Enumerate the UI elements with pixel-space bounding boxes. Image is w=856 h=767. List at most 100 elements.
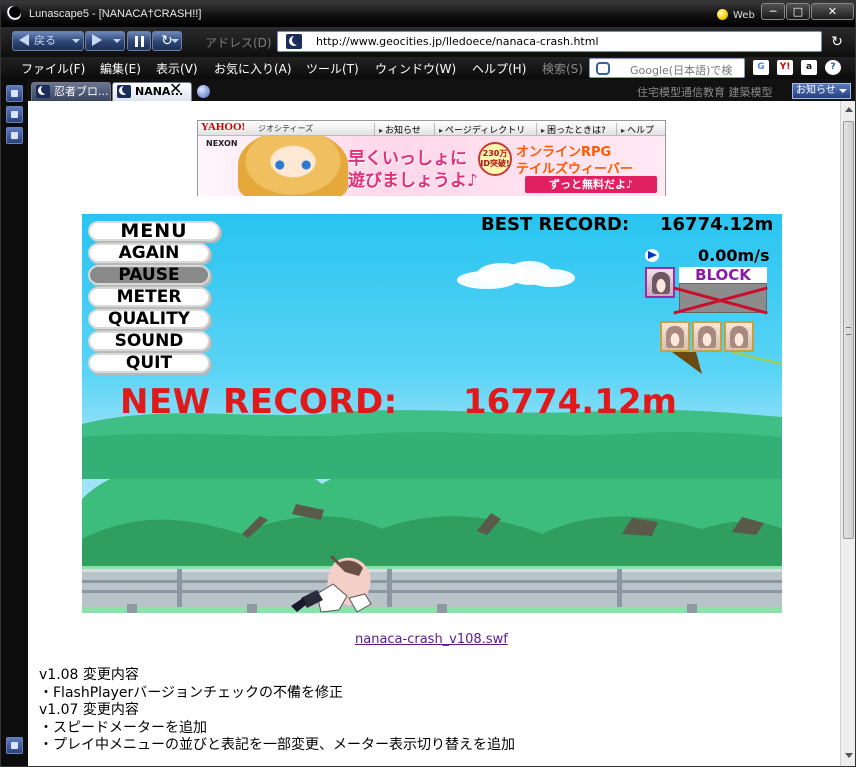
minimize-button[interactable]: ─ <box>761 3 785 20</box>
stop-button[interactable] <box>127 31 151 51</box>
banner-link-news[interactable]: お知らせ <box>374 123 421 136</box>
ad-game-line2: テイルズウィーバー <box>516 162 633 177</box>
character-portrait <box>692 321 722 352</box>
menu-window[interactable]: ウィンドウ(W) <box>375 60 456 77</box>
changelog-line: v1.08 変更内容 <box>39 667 139 683</box>
amazon-icon[interactable]: a <box>801 60 817 75</box>
banner-link-directory[interactable]: ページディレクトリ <box>434 123 525 136</box>
title-bar: Lunascape5 - [NANACA†CRASH!!] Web ─ □ ✕ <box>1 1 855 27</box>
block-character-portrait <box>645 267 675 298</box>
tab-ninja-blog[interactable]: 忍者ブロ... <box>31 82 111 101</box>
yahoo-logo[interactable]: YAHOO! <box>201 121 245 133</box>
back-button[interactable]: 戻る <box>12 31 84 51</box>
game-menu-quality-button[interactable]: QUALITY <box>88 309 210 329</box>
back-history-dropdown-icon[interactable] <box>72 39 80 43</box>
history-panel-icon[interactable] <box>6 106 23 123</box>
back-arrow-icon <box>19 34 29 46</box>
search-input[interactable]: Google(日本語)で検 <box>589 58 745 78</box>
back-label: 戻る <box>34 34 56 47</box>
menu-view[interactable]: 表示(V) <box>156 60 198 77</box>
menu-file[interactable]: ファイル(F) <box>21 60 85 77</box>
cloud <box>457 261 575 289</box>
navigation-toolbar: 戻る ↻ アドレス(D) http://www.geocities.jp/lle… <box>1 27 855 57</box>
sidebar-toggle-icon[interactable] <box>6 737 23 754</box>
address-url[interactable]: http://www.geocities.jp/lledoece/nanaca-… <box>316 35 599 48</box>
close-tab-icon[interactable]: ✕ <box>169 79 182 98</box>
chevron-down-icon <box>839 89 847 93</box>
game-menu-meter-button[interactable]: METER <box>88 287 210 307</box>
maximize-button[interactable]: □ <box>786 3 810 20</box>
browser-window: Lunascape5 - [NANACA†CRASH!!] Web ─ □ ✕ … <box>0 0 856 767</box>
menu-help[interactable]: ヘルプ(H) <box>472 60 526 77</box>
block-panel: BLOCK <box>645 267 769 315</box>
reload-dropdown-icon[interactable] <box>171 39 179 43</box>
flash-game[interactable]: MENU AGAIN PAUSE METER QUALITY SOUND QUI… <box>82 214 782 613</box>
ad-copy-line2: 遊びましょうよ♪ <box>348 171 478 191</box>
changelog-line: ・FlashPlayerバージョンチェックの不備を修正 <box>39 684 343 701</box>
new-record-value: 16774.12m <box>463 382 677 422</box>
nexon-logo: NEXON <box>206 139 238 148</box>
vertical-scrollbar[interactable] <box>840 101 855 766</box>
ad-badge: 230万ID突破! <box>478 142 512 176</box>
google-icon[interactable]: G <box>753 60 769 75</box>
favorites-panel-icon[interactable] <box>6 85 23 102</box>
forward-history-dropdown-icon[interactable] <box>113 39 121 43</box>
tab-favicon-icon <box>36 85 50 98</box>
lunascape-logo-icon <box>6 6 21 21</box>
reload-button[interactable]: ↻ <box>152 31 182 51</box>
banner-link-trouble[interactable]: 困ったときは? <box>536 123 606 136</box>
game-menu-again-button[interactable]: AGAIN <box>88 243 210 263</box>
new-tab-icon[interactable] <box>197 85 210 98</box>
close-window-button[interactable]: ✕ <box>811 3 854 20</box>
scroll-thumb[interactable] <box>843 121 854 539</box>
speed-value: 0.00m/s <box>698 246 770 265</box>
forward-arrow-icon <box>92 34 102 46</box>
search-label: 検索(S) <box>542 62 583 76</box>
character-portrait <box>724 321 754 352</box>
tab-bar: 忍者ブロ... NANA... ✕ 住宅模型通信教育 建築模型 お知らせ <box>27 79 855 101</box>
tab-favicon-icon <box>117 85 131 98</box>
forward-button[interactable] <box>85 31 125 51</box>
scroll-down-icon[interactable] <box>845 753 853 758</box>
web-status-label: Web <box>733 10 755 21</box>
changelog: v1.08 変更内容 ・FlashPlayerバージョンチェックの不備を修正 v… <box>39 667 515 755</box>
block-label: BLOCK <box>679 267 767 283</box>
banner-header: YAHOO! ジオシティーズ お知らせ ページディレクトリ 困ったときは? ヘル… <box>198 121 665 136</box>
menu-favorites[interactable]: お気に入り(A) <box>214 60 292 77</box>
character-portrait <box>660 321 690 352</box>
new-record-label: NEW RECORD: <box>120 382 398 422</box>
web-status-icon[interactable] <box>717 9 728 20</box>
guard-rail <box>82 569 782 607</box>
news-label: お知らせ <box>796 85 836 96</box>
toolbar-ad-links[interactable]: 住宅模型通信教育 建築模型 <box>637 84 773 100</box>
help-icon[interactable]: ? <box>825 60 841 75</box>
search-engine-icon[interactable] <box>596 62 610 75</box>
game-menu-pause-button[interactable]: PAUSE <box>88 265 210 285</box>
yahoo-icon[interactable]: Y! <box>777 60 793 75</box>
site-favicon-icon <box>286 34 302 49</box>
best-record-value: 16774.12m <box>660 214 774 235</box>
banner-link-help[interactable]: ヘルプ <box>616 123 654 136</box>
changelog-line: ・スピードメーターを追加 <box>39 719 207 736</box>
news-dropdown-button[interactable]: お知らせ <box>792 83 851 99</box>
refresh-go-button[interactable]: ↻ <box>827 33 847 51</box>
address-label: アドレス(D) <box>205 36 272 50</box>
ad-character-illustration <box>238 136 348 196</box>
menu-tools[interactable]: ツール(T) <box>306 60 359 77</box>
best-record-label: BEST RECORD: <box>481 214 630 235</box>
launch-pointer <box>672 352 782 374</box>
tab-label: 忍者ブロ... <box>54 85 109 98</box>
page-content: YAHOO! ジオシティーズ お知らせ ページディレクトリ 困ったときは? ヘル… <box>28 101 840 766</box>
geocities-banner: YAHOO! ジオシティーズ お知らせ ページディレクトリ 困ったときは? ヘル… <box>197 120 666 196</box>
advertisement[interactable]: NEXON 早くいっしょに 遊びましょうよ♪ 230万ID突破! オンラインRP… <box>198 136 665 196</box>
feed-panel-icon[interactable] <box>6 127 23 144</box>
game-menu-quit-button[interactable]: QUIT <box>88 353 210 373</box>
game-menu-title: MENU <box>88 221 220 241</box>
address-bar[interactable]: http://www.geocities.jp/lledoece/nanaca-… <box>277 31 822 52</box>
changelog-line: v1.07 変更内容 <box>39 702 139 719</box>
ad-free-label: ずっと無料だよ♪ <box>525 176 657 193</box>
scroll-up-icon[interactable] <box>845 107 853 112</box>
swf-download-link[interactable]: nanaca-crash_v108.swf <box>355 632 508 647</box>
game-menu-sound-button[interactable]: SOUND <box>88 331 210 351</box>
menu-edit[interactable]: 編集(E) <box>100 60 141 77</box>
